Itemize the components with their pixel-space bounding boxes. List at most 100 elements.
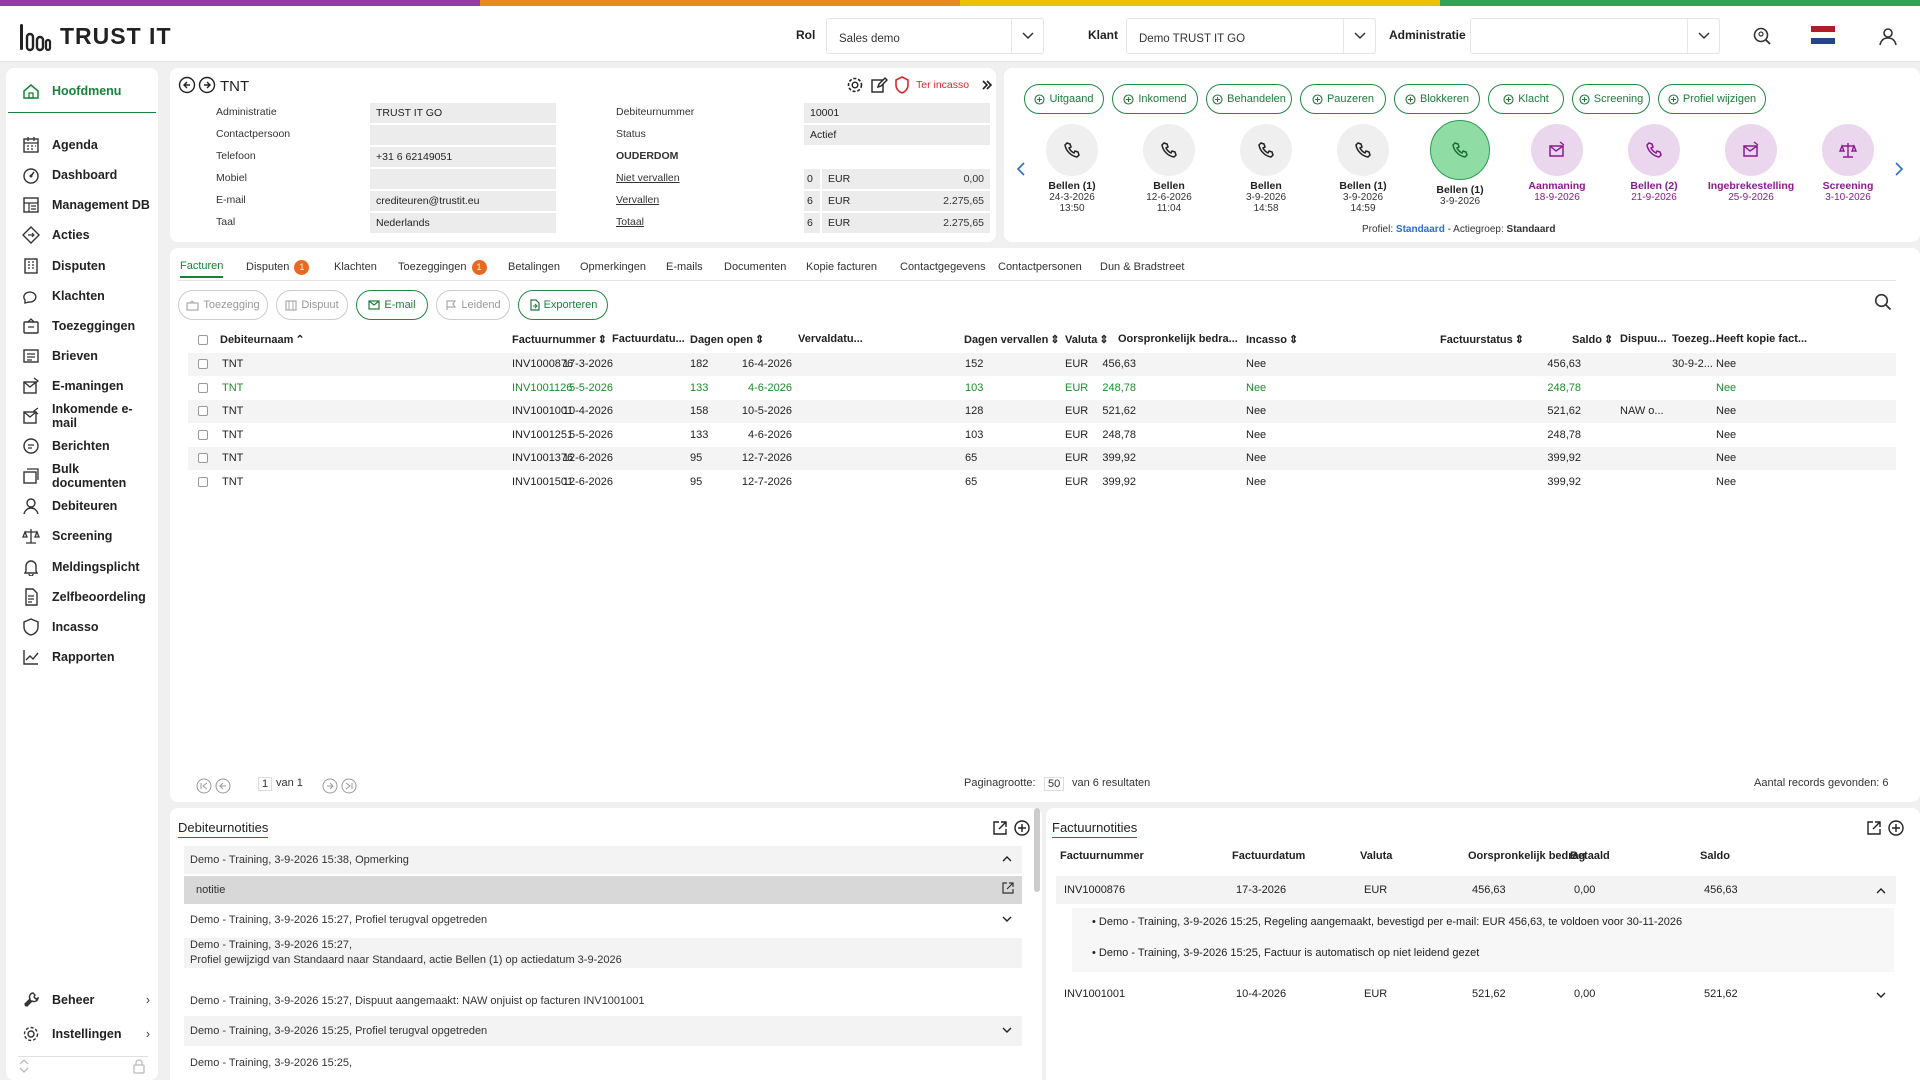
chevron-down-icon[interactable] bbox=[1002, 1016, 1012, 1046]
row-checkbox[interactable] bbox=[198, 453, 208, 463]
double-chevron-right-icon[interactable] bbox=[981, 79, 993, 91]
exporteren-button[interactable]: Exporteren bbox=[518, 290, 608, 320]
ter-incasso-link[interactable]: Ter incasso bbox=[916, 79, 969, 91]
page-number[interactable]: 1 bbox=[258, 777, 273, 791]
row-checkbox[interactable] bbox=[198, 429, 208, 440]
invoice-note-row[interactable]: INV1000876 17-3-2026 EUR 456,63 0,00 456,63 bbox=[1056, 876, 1896, 904]
rol-select[interactable]: Sales demo bbox=[826, 18, 1044, 54]
email-button[interactable]: E-mail bbox=[356, 290, 428, 320]
toezegging-button[interactable]: Toezegging bbox=[178, 290, 268, 320]
timeline-item[interactable]: Bellen 12-6-2026 11:04 bbox=[1121, 124, 1217, 214]
inkomend-button[interactable]: Inkomend bbox=[1112, 84, 1198, 114]
search-user-icon[interactable] bbox=[1748, 22, 1776, 50]
column-header[interactable]: Debiteurnaam ⌃ bbox=[220, 333, 305, 346]
sidebar-item-agenda[interactable]: Agenda bbox=[14, 128, 150, 162]
table-row[interactable]: TNT INV1001001 10-4-2026 158 10-5-2026 128 EUR… bbox=[188, 400, 1896, 423]
tab-facturen[interactable]: Facturen bbox=[180, 256, 224, 278]
sidebar-item-klachten[interactable]: Klachten bbox=[14, 279, 150, 313]
external-link-icon[interactable] bbox=[1002, 877, 1014, 905]
first-page-icon[interactable] bbox=[196, 778, 212, 794]
notes-scrollbar[interactable] bbox=[1034, 808, 1040, 892]
tab-dun-bradstreet[interactable]: Dun & Bradstreet bbox=[1100, 256, 1184, 278]
search-icon[interactable] bbox=[1874, 293, 1892, 314]
note-item[interactable]: Demo - Training, 3-9-2026 15:25, Profiel… bbox=[184, 1016, 1022, 1046]
external-link-icon[interactable] bbox=[992, 820, 1008, 836]
column-header[interactable]: Toezeg... bbox=[1672, 333, 1718, 345]
administratie-select[interactable] bbox=[1470, 18, 1720, 54]
previous-arrow-icon[interactable] bbox=[178, 76, 196, 94]
edit-icon[interactable] bbox=[870, 76, 888, 94]
column-header[interactable]: Vervaldatu... bbox=[798, 333, 863, 345]
klacht-button[interactable]: Klacht bbox=[1488, 84, 1564, 114]
sidebar-item-screening[interactable]: Screening bbox=[14, 519, 150, 553]
table-row[interactable]: TNT INV1001126 5-5-2026 133 4-6-2026 103 EUR 24… bbox=[188, 377, 1896, 400]
behandelen-button[interactable]: Behandelen bbox=[1206, 84, 1292, 114]
sidebar-item-management-db[interactable]: Management DB bbox=[14, 188, 150, 222]
timeline-item[interactable]: Bellen (1) 3-9-2026 bbox=[1412, 120, 1508, 207]
previous-page-icon[interactable] bbox=[215, 778, 231, 794]
sidebar-item-incasso[interactable]: Incasso bbox=[14, 610, 150, 644]
add-icon[interactable] bbox=[1888, 820, 1904, 836]
column-header[interactable]: Dagen open ⇕ bbox=[690, 333, 764, 346]
timeline-item[interactable]: Bellen (1) 24-3-2026 13:50 bbox=[1024, 124, 1120, 214]
note-item[interactable]: Demo - Training, 3-9-2026 15:38, Opmerki… bbox=[184, 846, 1022, 874]
timeline-item[interactable]: Ingebrekestelling 25-9-2026 bbox=[1703, 124, 1799, 203]
table-row[interactable]: TNT INV1000876 17-3-2026 182 16-4-2026 152 EUR… bbox=[188, 353, 1896, 376]
collapse-toggle-icon[interactable] bbox=[18, 1058, 30, 1077]
column-header[interactable]: Saldo ⇕ bbox=[1572, 333, 1613, 346]
next-arrow-icon[interactable] bbox=[198, 76, 216, 94]
table-row[interactable]: TNT INV1001501 12-6-2026 95 12-7-2026 65 EUR 39… bbox=[188, 471, 1896, 494]
sidebar-item-instellingen[interactable]: Instellingen › bbox=[14, 1017, 150, 1051]
sidebar-item-debiteuren[interactable]: Debiteuren bbox=[14, 489, 150, 523]
sidebar-item-brieven[interactable]: Brieven bbox=[14, 339, 150, 373]
tab-disputen[interactable]: Disputen 1 bbox=[246, 256, 310, 278]
row-checkbox[interactable] bbox=[198, 359, 208, 369]
note-item[interactable]: Demo - Training, 3-9-2026 15:27, Profiel… bbox=[184, 906, 1022, 934]
column-header[interactable]: Incasso ⇕ bbox=[1246, 333, 1298, 346]
chevron-down-icon[interactable] bbox=[1876, 990, 1886, 1002]
sidebar-item-meldingsplicht[interactable]: Meldingsplicht bbox=[14, 550, 150, 584]
note-item[interactable]: Profiel gewijzigd van Standaard naar Sta… bbox=[184, 952, 1022, 968]
timeline-item[interactable]: Screening 3-10-2026 bbox=[1800, 124, 1896, 203]
sidebar-item-berichten[interactable]: Berichten bbox=[14, 429, 150, 463]
timeline-item[interactable]: Bellen (1) 3-9-2026 14:59 bbox=[1315, 124, 1411, 214]
last-page-icon[interactable] bbox=[341, 778, 357, 794]
blokkeren-button[interactable]: Blokkeren bbox=[1394, 84, 1480, 114]
profiel-link[interactable]: Standaard bbox=[1396, 224, 1445, 235]
dutch-flag-icon[interactable] bbox=[1810, 24, 1836, 46]
lock-icon[interactable] bbox=[132, 1058, 146, 1077]
sidebar-item-disputen[interactable]: Disputen bbox=[14, 249, 150, 283]
column-header[interactable]: Dispuu... bbox=[1620, 333, 1666, 345]
tab-e-mails[interactable]: E-mails bbox=[666, 256, 703, 278]
tab-opmerkingen[interactable]: Opmerkingen bbox=[580, 256, 646, 278]
screening-button[interactable]: Screening bbox=[1572, 84, 1650, 114]
table-row[interactable]: TNT INV1001251 5-5-2026 133 4-6-2026 103 EUR 24… bbox=[188, 424, 1896, 447]
column-header[interactable]: Heeft kopie fact... bbox=[1716, 333, 1807, 345]
note-item[interactable]: Demo - Training, 3-9-2026 15:27, bbox=[184, 938, 1022, 952]
sidebar-item-acties[interactable]: Acties bbox=[14, 218, 150, 252]
column-header[interactable]: Dagen vervallen ⇕ bbox=[964, 333, 1060, 346]
tab-contactpersonen[interactable]: Contactpersonen bbox=[998, 256, 1082, 278]
column-header[interactable]: Oorspronkelijk bedra... bbox=[1118, 333, 1238, 345]
uitgaand-button[interactable]: Uitgaand bbox=[1024, 84, 1104, 114]
select-all-checkbox[interactable] bbox=[198, 335, 208, 345]
amount-link[interactable]: Vervallen bbox=[616, 194, 659, 206]
sidebar-item-e-maningen[interactable]: E-maningen bbox=[14, 369, 150, 403]
chevron-up-icon[interactable] bbox=[1876, 886, 1886, 898]
invoice-note-row[interactable]: INV1001001 10-4-2026 EUR 521,62 0,00 521,62 bbox=[1056, 980, 1896, 1008]
sidebar-item-toezeggingen[interactable]: Toezeggingen bbox=[14, 309, 150, 343]
pauzeren-button[interactable]: Pauzeren bbox=[1300, 84, 1386, 114]
tab-klachten[interactable]: Klachten bbox=[334, 256, 377, 278]
profiel-wijzigen-button[interactable]: Profiel wijzigen bbox=[1658, 84, 1766, 114]
sidebar-item-zelfbeoordeling[interactable]: Zelfbeoordeling bbox=[14, 580, 150, 614]
chevron-up-icon[interactable] bbox=[1002, 846, 1012, 874]
user-account-icon[interactable] bbox=[1874, 22, 1902, 50]
sidebar-item-inkomende-e-mail[interactable]: Inkomende e-mail bbox=[14, 399, 150, 433]
sidebar-item-rapporten[interactable]: Rapporten bbox=[14, 640, 150, 674]
note-item[interactable]: notitie bbox=[184, 876, 1022, 904]
timeline-item[interactable]: Bellen 3-9-2026 14:58 bbox=[1218, 124, 1314, 214]
row-checkbox[interactable] bbox=[198, 476, 208, 487]
trust-it-logo[interactable]: TRUST IT bbox=[18, 20, 172, 52]
page-size-input[interactable]: 50 bbox=[1044, 777, 1065, 791]
tab-contactgegevens[interactable]: Contactgegevens bbox=[900, 256, 986, 278]
